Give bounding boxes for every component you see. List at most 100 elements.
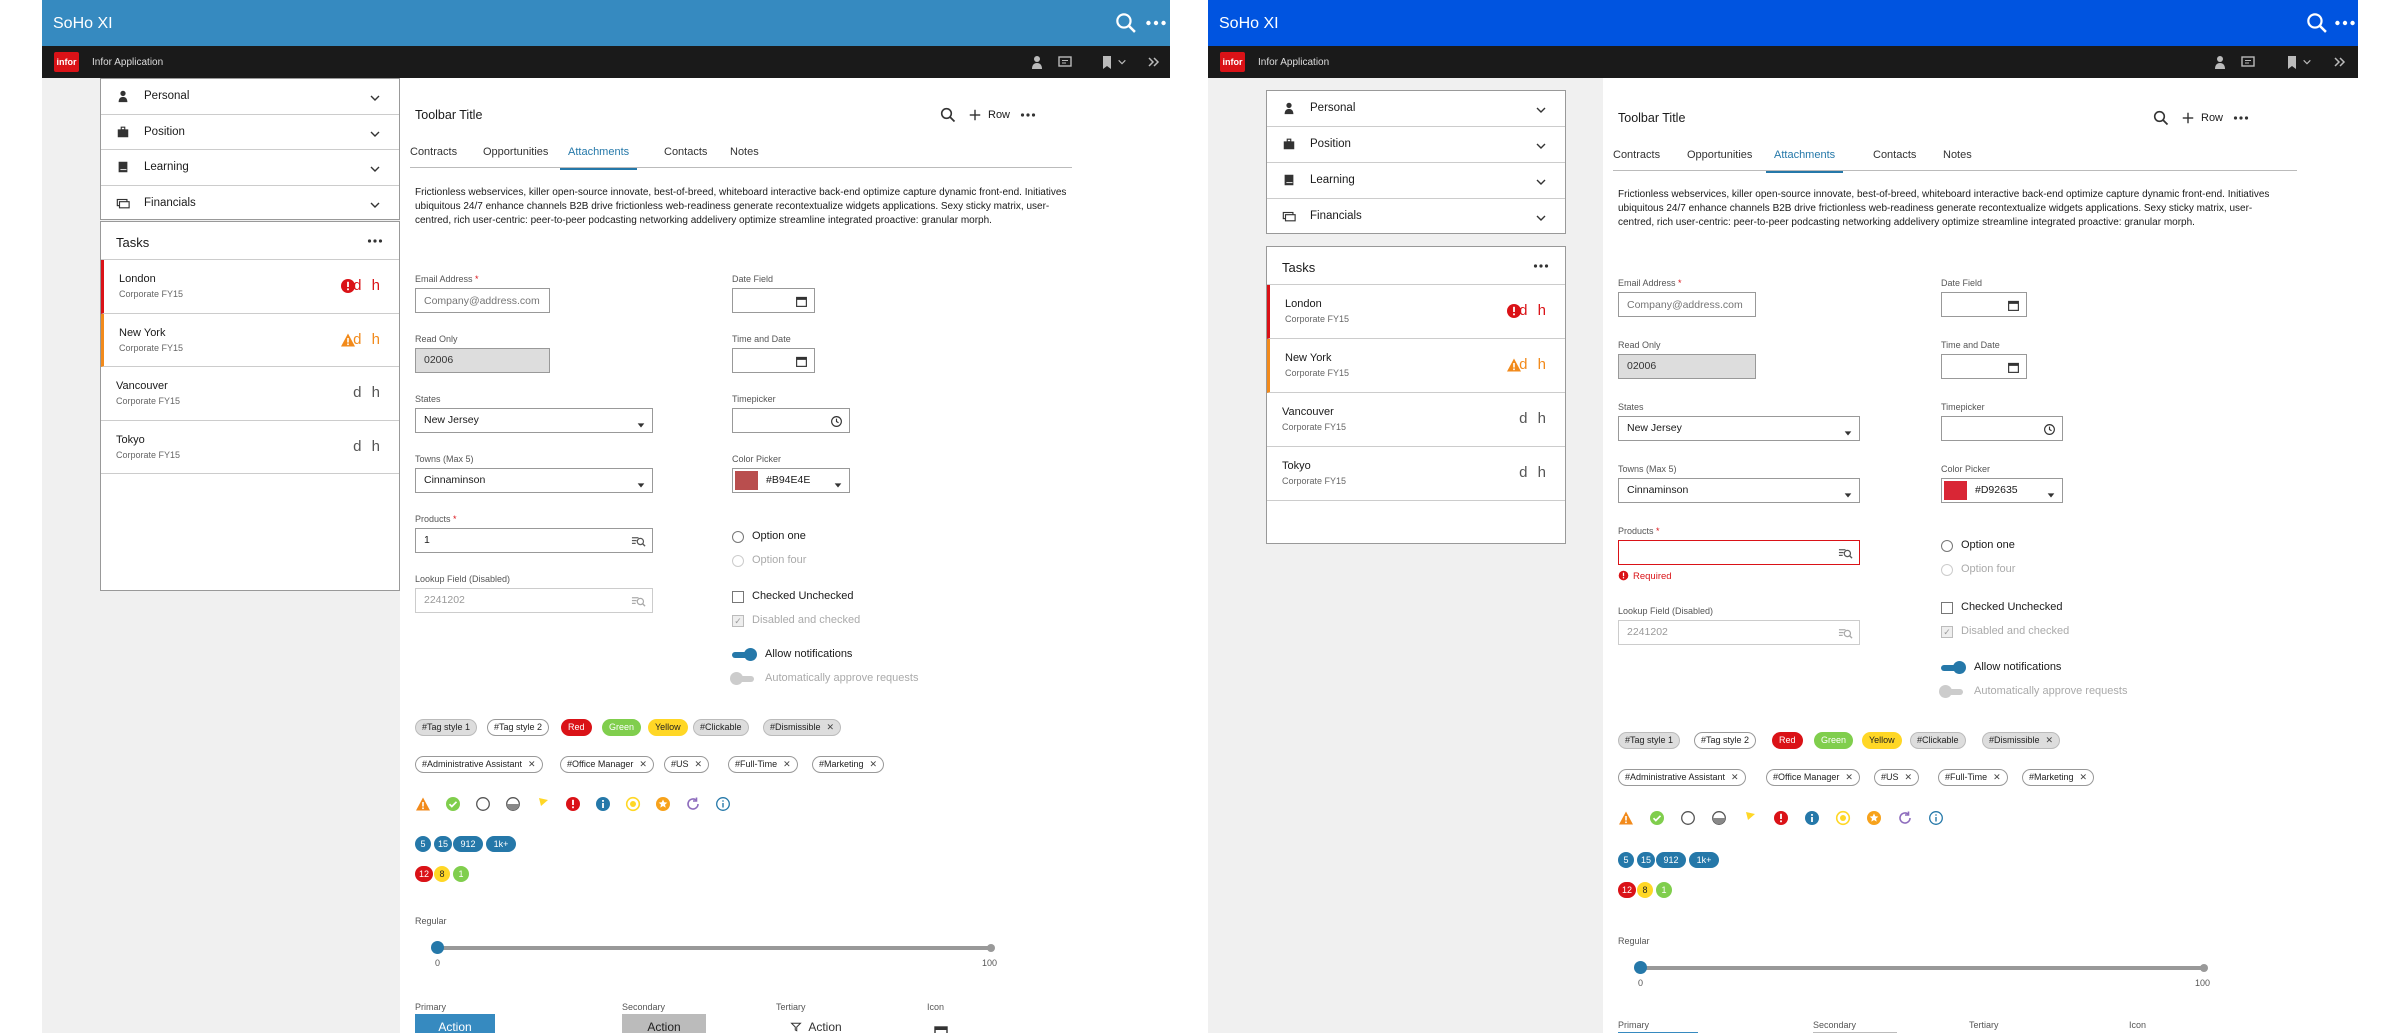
clock-icon[interactable] xyxy=(2043,422,2056,435)
tag-close-icon[interactable]: ✕ xyxy=(528,759,536,769)
tag-close-icon[interactable]: ✕ xyxy=(695,759,703,769)
timepicker-field[interactable] xyxy=(732,408,850,433)
calendar-small-icon[interactable] xyxy=(933,1024,949,1033)
chat-icon[interactable] xyxy=(2240,54,2256,70)
products-lookup-field[interactable] xyxy=(1618,540,1860,565)
tab-opportunities[interactable]: Opportunities xyxy=(1687,149,1752,161)
task-row[interactable]: New York Corporate FY15 d h xyxy=(1267,339,1565,393)
tag-close-icon[interactable]: ✕ xyxy=(2046,735,2054,745)
secondary-action-button[interactable]: Action xyxy=(622,1014,706,1033)
chevron-down-icon[interactable] xyxy=(1535,139,1547,151)
tag-close-icon[interactable]: ✕ xyxy=(1845,772,1853,782)
tag[interactable]: Green xyxy=(1814,732,1854,749)
add-row-button[interactable]: Row xyxy=(968,106,1028,126)
task-row[interactable]: London Corporate FY15 d h xyxy=(1267,285,1565,339)
tag[interactable]: #US ✕ xyxy=(664,756,710,773)
slider-handle[interactable] xyxy=(1634,961,1647,974)
calendar-icon[interactable] xyxy=(2007,360,2020,373)
search-icon[interactable] xyxy=(2153,110,2169,126)
tag-close-icon[interactable]: ✕ xyxy=(2080,772,2088,782)
accordion-item-personal[interactable]: Personal xyxy=(101,79,399,115)
double-chevron-icon[interactable] xyxy=(1146,54,1162,70)
accordion-item-learning[interactable]: Learning xyxy=(1267,163,1565,199)
bookmark-icon[interactable] xyxy=(1099,54,1115,70)
chevron-down-icon[interactable] xyxy=(369,127,381,139)
task-row[interactable]: Vancouver Corporate FY15 d h xyxy=(101,367,399,421)
tag[interactable]: #Office Manager ✕ xyxy=(560,756,654,773)
tag[interactable]: #Marketing ✕ xyxy=(2022,769,2095,786)
tag[interactable]: #Administrative Assistant ✕ xyxy=(1618,769,1746,786)
calendar-icon[interactable] xyxy=(795,354,808,367)
primary-action-button[interactable]: Action xyxy=(415,1014,495,1033)
chevron-down-icon[interactable] xyxy=(1535,103,1547,115)
tag[interactable]: #Office Manager ✕ xyxy=(1766,769,1860,786)
tag-close-icon[interactable]: ✕ xyxy=(1905,772,1913,782)
chevron-down-icon[interactable] xyxy=(2302,54,2312,70)
regular-slider[interactable] xyxy=(431,941,995,954)
tab-notes[interactable]: Notes xyxy=(1943,149,1972,161)
tag[interactable]: Red xyxy=(1772,732,1803,749)
task-row[interactable]: Vancouver Corporate FY15 d h xyxy=(1267,393,1565,447)
tab-contracts[interactable]: Contracts xyxy=(1613,149,1660,161)
products-lookup-field[interactable]: 1 xyxy=(415,528,653,553)
tag[interactable]: #Tag style 1 xyxy=(1618,732,1681,749)
task-row[interactable]: Tokyo Corporate FY15 d h xyxy=(1267,447,1565,501)
more-icon[interactable] xyxy=(1533,258,1549,274)
radio-option-one[interactable] xyxy=(732,531,744,543)
tab-opportunities[interactable]: Opportunities xyxy=(483,146,548,158)
time-and-date-field[interactable] xyxy=(1941,354,2027,379)
tag[interactable]: #Clickable xyxy=(693,719,749,736)
task-row[interactable]: New York Corporate FY15 d h xyxy=(101,313,399,367)
calendar-icon[interactable] xyxy=(2007,298,2020,311)
chevron-down-icon[interactable] xyxy=(369,162,381,174)
accordion-item-position[interactable]: Position xyxy=(1267,127,1565,163)
accordion-item-personal[interactable]: Personal xyxy=(1267,91,1565,127)
tag-close-icon[interactable]: ✕ xyxy=(870,759,878,769)
checkbox-unchecked[interactable] xyxy=(1941,602,1953,614)
tag[interactable]: #Dismissible ✕ xyxy=(1982,732,2061,749)
tertiary-action-button[interactable]: Action xyxy=(776,1014,856,1033)
toggle-notifications[interactable] xyxy=(1941,661,1966,674)
chevron-down-icon[interactable] xyxy=(1117,54,1127,70)
calendar-icon[interactable] xyxy=(795,294,808,307)
towns-dropdown[interactable]: Cinnaminson xyxy=(1618,478,1860,503)
accordion-item-financials[interactable]: Financials xyxy=(1267,199,1565,235)
add-row-button[interactable]: Row xyxy=(2181,109,2241,129)
tag-close-icon[interactable]: ✕ xyxy=(783,759,791,769)
more-icon[interactable] xyxy=(1145,12,1167,34)
tab-attachments[interactable]: Attachments xyxy=(1766,149,1844,173)
tag-close-icon[interactable]: ✕ xyxy=(827,722,835,732)
lookup-icon[interactable] xyxy=(631,534,646,549)
tag[interactable]: #Dismissible ✕ xyxy=(763,719,842,736)
color-picker[interactable]: #D92635 xyxy=(1941,478,2063,503)
tag-close-icon[interactable]: ✕ xyxy=(1993,772,2001,782)
date-field[interactable] xyxy=(1941,292,2027,317)
tag[interactable]: Yellow xyxy=(648,719,688,736)
more-icon[interactable] xyxy=(367,233,383,249)
search-icon[interactable] xyxy=(1115,12,1137,34)
user-icon[interactable] xyxy=(1029,54,1045,70)
date-field[interactable] xyxy=(732,288,815,313)
tag-close-icon[interactable]: ✕ xyxy=(1731,772,1739,782)
tab-contacts[interactable]: Contacts xyxy=(1873,149,1916,161)
tag-close-icon[interactable]: ✕ xyxy=(639,759,647,769)
accordion-item-position[interactable]: Position xyxy=(101,115,399,150)
chevron-down-icon[interactable] xyxy=(1535,211,1547,223)
color-picker[interactable]: #B94E4E xyxy=(732,468,850,493)
email-field[interactable] xyxy=(1618,292,1756,317)
double-chevron-icon[interactable] xyxy=(2332,54,2348,70)
tab-contracts[interactable]: Contracts xyxy=(410,146,457,158)
clock-icon[interactable] xyxy=(830,414,843,427)
chevron-down-icon[interactable] xyxy=(1535,175,1547,187)
tag[interactable]: #Marketing ✕ xyxy=(812,756,885,773)
tag[interactable]: Green xyxy=(602,719,642,736)
lookup-icon[interactable] xyxy=(1838,546,1853,561)
accordion-item-learning[interactable]: Learning xyxy=(101,150,399,186)
time-and-date-field[interactable] xyxy=(732,348,815,373)
towns-dropdown[interactable]: Cinnaminson xyxy=(415,468,653,493)
user-icon[interactable] xyxy=(2212,54,2228,70)
tag[interactable]: #Administrative Assistant ✕ xyxy=(415,756,543,773)
more-icon[interactable] xyxy=(1020,107,1036,123)
tag[interactable]: Yellow xyxy=(1862,732,1902,749)
states-dropdown[interactable]: New Jersey xyxy=(415,408,653,433)
